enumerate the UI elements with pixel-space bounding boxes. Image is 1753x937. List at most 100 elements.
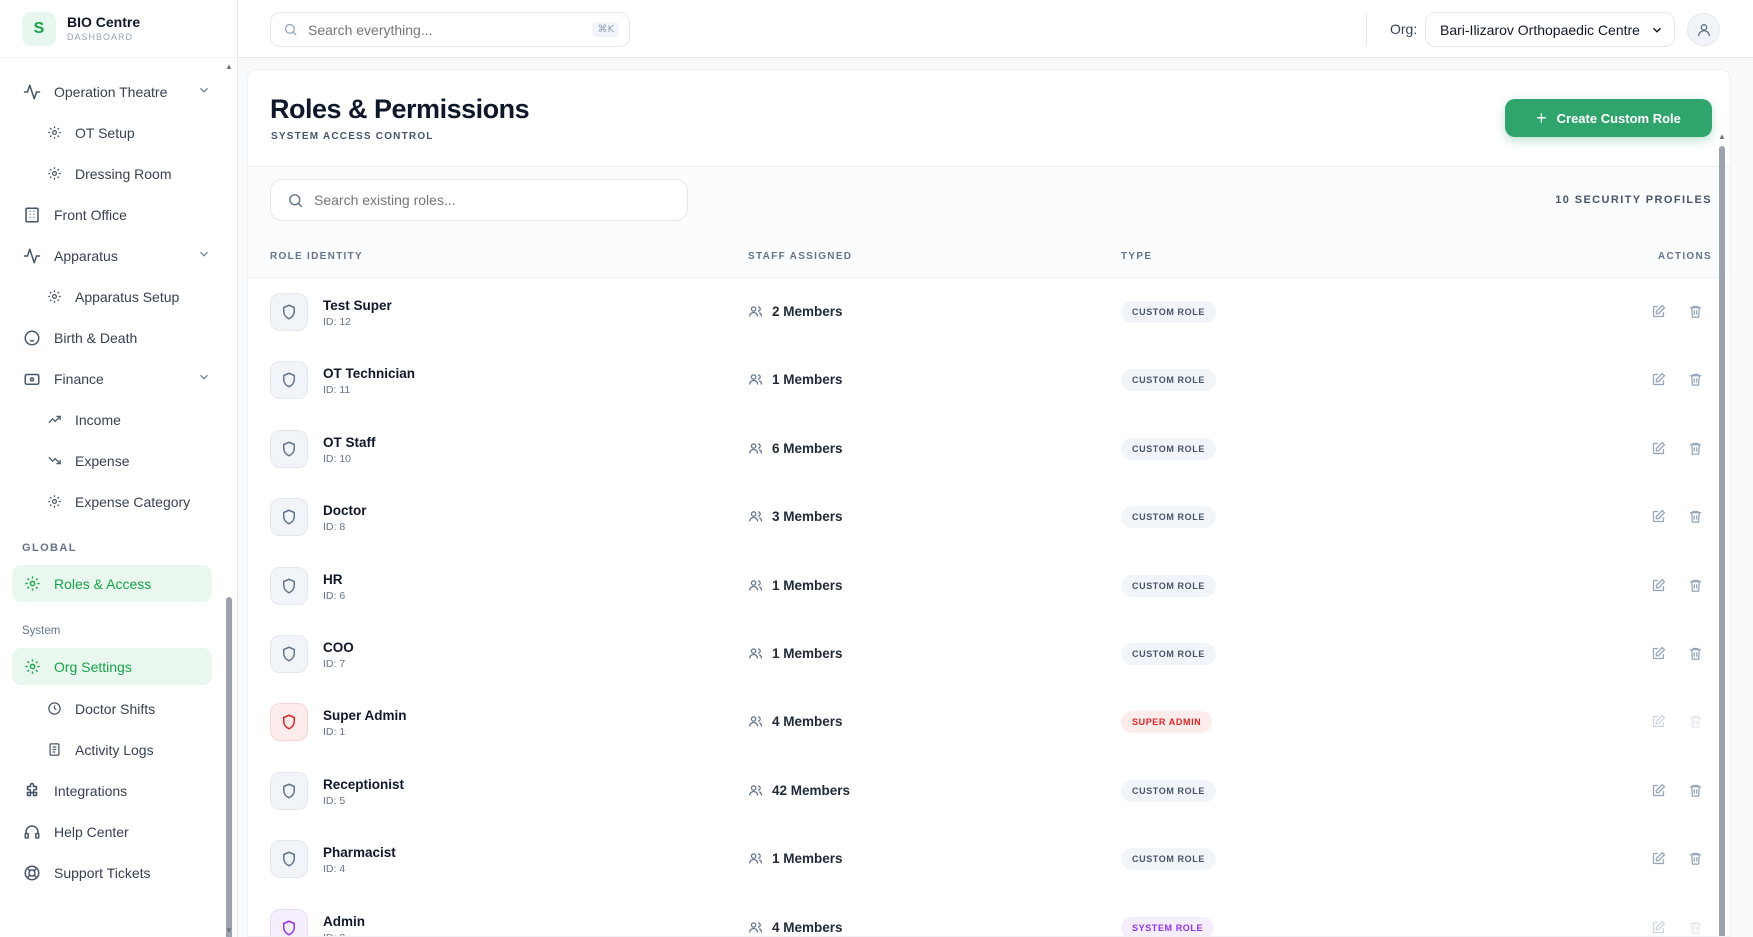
user-avatar[interactable] [1687, 13, 1720, 46]
create-custom-role-button[interactable]: + Create Custom Role [1505, 99, 1712, 137]
main-scrollbar[interactable]: ▲ [1718, 132, 1726, 936]
role-id: ID: 7 [323, 657, 346, 670]
brand[interactable]: S BIO Centre DASHBOARD [0, 0, 237, 58]
chevron-down-icon[interactable] [197, 370, 211, 387]
staff-assigned: 4 Members [748, 920, 843, 935]
trash-icon[interactable] [1688, 578, 1703, 593]
sidebar-item-income[interactable]: Income [0, 399, 223, 440]
global-search-input[interactable] [308, 21, 568, 38]
sidebar-item-finance[interactable]: Finance [0, 358, 223, 399]
trash-icon[interactable] [1688, 714, 1703, 729]
edit-icon[interactable] [1651, 578, 1666, 593]
trash-icon[interactable] [1688, 851, 1703, 866]
trash-icon[interactable] [1688, 372, 1703, 387]
brand-logo: S [22, 11, 56, 46]
users-icon [748, 920, 763, 935]
users-icon [748, 372, 763, 387]
edit-icon[interactable] [1651, 920, 1666, 935]
table-row[interactable]: Super Admin ID: 1 4 Members SUPER ADMIN [248, 688, 1730, 756]
table-row[interactable]: Receptionist ID: 5 42 Members CUSTOM ROL… [248, 757, 1730, 825]
sidebar-item-integrations[interactable]: Integrations [0, 770, 223, 811]
role-id: ID: 11 [323, 384, 351, 397]
role-name: Doctor [323, 503, 367, 519]
scroll-up-arrow[interactable]: ▲ [225, 62, 233, 71]
sidebar-item-label: OT Setup [75, 124, 135, 141]
sidebar-item-apparatus-setup[interactable]: Apparatus Setup [0, 276, 223, 317]
security-profile-count: 10 SECURITY PROFILES [1555, 194, 1712, 206]
sidebar-item-help-center[interactable]: Help Center [0, 811, 223, 852]
scroll-up-arrow[interactable]: ▲ [1718, 132, 1726, 141]
headset-icon [22, 822, 42, 842]
edit-icon[interactable] [1651, 509, 1666, 524]
trash-icon[interactable] [1688, 304, 1703, 319]
edit-icon[interactable] [1651, 372, 1666, 387]
table-row[interactable]: OT Staff ID: 10 6 Members CUSTOM ROLE [248, 415, 1730, 483]
member-count: 6 Members [772, 440, 843, 456]
table-row[interactable]: COO ID: 7 1 Members CUSTOM ROLE [248, 620, 1730, 688]
trash-icon[interactable] [1688, 783, 1703, 798]
member-count: 2 Members [772, 304, 843, 319]
sidebar-item-dressing-room[interactable]: Dressing Room [0, 153, 223, 194]
roles-search[interactable] [270, 179, 688, 221]
roles-search-input[interactable] [314, 192, 674, 208]
edit-icon[interactable] [1651, 851, 1666, 866]
sidebar-item-front-office[interactable]: Front Office [0, 194, 223, 235]
role-id: ID: 2 [323, 932, 345, 936]
shield-icon [270, 840, 308, 879]
trash-icon[interactable] [1688, 920, 1703, 935]
gear-icon [46, 493, 63, 510]
edit-icon[interactable] [1651, 714, 1666, 729]
role-name: HR [323, 571, 343, 587]
sidebar-item-apparatus[interactable]: Apparatus [0, 235, 223, 276]
edit-icon[interactable] [1651, 646, 1666, 661]
sidebar-scrollbar[interactable]: ▲ ▼ [225, 62, 233, 937]
sidebar-item-label: Expense [75, 452, 130, 469]
sidebar-item-operation-theatre[interactable]: Operation Theatre [0, 71, 223, 112]
scroll-down-arrow[interactable]: ▼ [225, 926, 233, 935]
global-search[interactable]: ⌘K [270, 12, 630, 47]
chevron-down-icon[interactable] [197, 247, 211, 264]
scrollbar-thumb[interactable] [226, 597, 232, 937]
trash-icon[interactable] [1688, 646, 1703, 661]
sidebar-item-ot-setup[interactable]: OT Setup [0, 112, 223, 153]
trash-icon[interactable] [1688, 441, 1703, 456]
org-selected-value: Bari-Ilizarov Orthopaedic Centre [1440, 21, 1640, 38]
scrollbar-thumb[interactable] [1719, 146, 1725, 936]
edit-icon[interactable] [1651, 441, 1666, 456]
role-type-badge: SYSTEM ROLE [1121, 916, 1215, 936]
sidebar-item-label: Expense Category [75, 493, 191, 510]
table-row[interactable]: Admin ID: 2 4 Members SYSTEM ROLE [248, 894, 1730, 936]
page-header: Roles & Permissions SYSTEM ACCESS CONTRO… [248, 70, 1730, 167]
sidebar-item-activity-logs[interactable]: Activity Logs [0, 729, 223, 770]
table-row[interactable]: HR ID: 6 1 Members CUSTOM ROLE [248, 552, 1730, 620]
org-select[interactable]: Bari-Ilizarov Orthopaedic Centre [1425, 12, 1675, 47]
org-label: Org: [1390, 21, 1418, 37]
lifebuoy-icon [22, 863, 42, 883]
sidebar-item-roles-access[interactable]: Roles & Access [12, 565, 212, 602]
role-type-badge: CUSTOM ROLE [1121, 574, 1216, 597]
staff-assigned: 1 Members [748, 646, 843, 661]
table-row[interactable]: OT Technician ID: 11 1 Members CUSTOM RO… [248, 346, 1730, 414]
edit-icon[interactable] [1651, 783, 1666, 798]
gear-icon [46, 124, 63, 141]
member-count: 1 Members [772, 577, 843, 593]
sidebar-item-doctor-shifts[interactable]: Doctor Shifts [0, 688, 223, 729]
table-row[interactable]: Doctor ID: 8 3 Members CUSTOM ROLE [248, 483, 1730, 551]
sidebar-item-birth-death[interactable]: Birth & Death [0, 317, 223, 358]
sidebar-item-expense[interactable]: Expense [0, 440, 223, 481]
table-row[interactable]: Test Super ID: 12 2 Members CUSTOM ROLE [248, 278, 1730, 346]
roles-table-body: Test Super ID: 12 2 Members CUSTOM ROLE … [248, 278, 1730, 936]
plus-icon: + [1536, 107, 1547, 128]
role-name: OT Technician [323, 366, 416, 382]
trash-icon[interactable] [1688, 509, 1703, 524]
sidebar-item-expense-category[interactable]: Expense Category [0, 481, 223, 522]
sidebar-item-support-tickets[interactable]: Support Tickets [0, 852, 223, 893]
chevron-down-icon[interactable] [197, 83, 211, 100]
staff-assigned: 4 Members [748, 714, 843, 729]
member-count: 42 Members [772, 782, 851, 798]
table-row[interactable]: Pharmacist ID: 4 1 Members CUSTOM ROLE [248, 825, 1730, 893]
sidebar-item-label: Apparatus [54, 247, 118, 264]
edit-icon[interactable] [1651, 304, 1666, 319]
users-icon [748, 441, 763, 456]
sidebar-item-org-settings[interactable]: Org Settings [12, 648, 212, 685]
